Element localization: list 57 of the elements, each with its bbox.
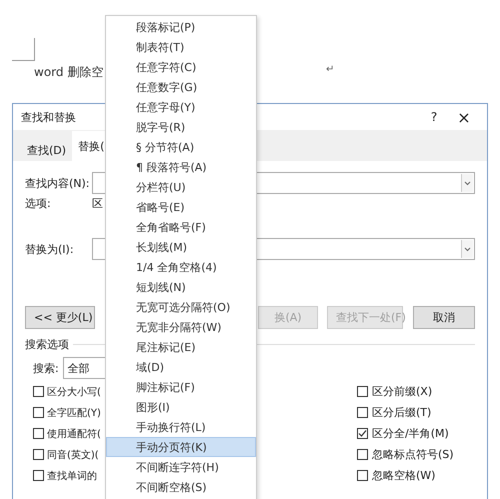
menu-item[interactable]: 不间断连字符(H) bbox=[106, 457, 256, 477]
checkbox-label: 同音(英文)( bbox=[47, 448, 99, 462]
field-label: 替换为(I): bbox=[25, 242, 75, 256]
checkbox-label: 忽略空格(W) bbox=[372, 468, 436, 483]
checkbox-label: 区分后缀(T) bbox=[372, 405, 432, 420]
section-title: 搜索选项 bbox=[25, 337, 69, 352]
menu-item[interactable]: 图形(I) bbox=[106, 397, 256, 417]
menu-item[interactable]: 手动分页符(K) bbox=[106, 437, 256, 457]
less-button[interactable]: << 更少(L) bbox=[25, 306, 95, 328]
checkbox-label: 区分全/半角(M) bbox=[372, 426, 449, 441]
field-label: 查找内容(N): bbox=[25, 176, 91, 190]
menu-item[interactable]: 无宽非分隔符(W) bbox=[106, 317, 256, 337]
menu-item[interactable]: 任意数字(G) bbox=[106, 77, 256, 97]
options-value: 区 bbox=[92, 196, 103, 210]
checkbox[interactable] bbox=[33, 407, 44, 418]
menu-item[interactable]: 段落标记(P) bbox=[106, 17, 256, 37]
menu-item[interactable]: 无宽可选分隔符(O) bbox=[106, 297, 256, 317]
checkbox-label: 查找单词的 bbox=[47, 470, 97, 482]
dropdown-icon[interactable] bbox=[461, 174, 473, 192]
checkbox[interactable] bbox=[33, 386, 44, 397]
paragraph-mark: ↵ bbox=[326, 64, 334, 75]
checkbox-label: 区分大小写( bbox=[47, 386, 101, 398]
help-button[interactable]: ? bbox=[419, 110, 449, 124]
field-label: 选项: bbox=[25, 196, 52, 210]
menu-item[interactable]: 任意字母(Y) bbox=[106, 97, 256, 117]
tab[interactable]: 查找(D) bbox=[21, 137, 72, 161]
menu-item[interactable]: 省略号(E) bbox=[106, 197, 256, 217]
checkbox[interactable] bbox=[33, 449, 44, 460]
menu-item[interactable]: 脚注标记(F) bbox=[106, 377, 256, 397]
checkbox-label: 区分前缀(X) bbox=[372, 384, 432, 399]
checkbox-label: 使用通配符( bbox=[47, 428, 101, 440]
search-label: 搜索: bbox=[33, 360, 59, 376]
checkbox[interactable] bbox=[33, 428, 44, 439]
menu-item[interactable]: 手动换行符(L) bbox=[106, 417, 256, 437]
menu-item[interactable]: 制表符(T) bbox=[106, 37, 256, 57]
checkbox-label: 忽略标点符号(S) bbox=[372, 447, 454, 462]
dropdown-icon[interactable] bbox=[461, 240, 473, 258]
menu-item[interactable]: 长划线(M) bbox=[106, 237, 256, 257]
document-text: word 删除空 bbox=[34, 64, 104, 81]
menu-item[interactable]: 短划线(N) bbox=[106, 277, 256, 297]
menu-item[interactable]: 尾注标记(E) bbox=[106, 337, 256, 357]
menu-item[interactable]: 不间断空格(S) bbox=[106, 477, 256, 497]
dialog-title: 查找和替换 bbox=[21, 110, 77, 124]
menu-item[interactable]: 分栏符(U) bbox=[106, 177, 256, 197]
cancel-button[interactable]: 取消 bbox=[413, 306, 475, 328]
checkbox[interactable] bbox=[357, 470, 368, 481]
checkbox[interactable] bbox=[357, 407, 368, 418]
margin-mark bbox=[12, 38, 35, 61]
checkbox[interactable] bbox=[33, 470, 44, 481]
menu-item[interactable]: 任意字符(C) bbox=[106, 57, 256, 77]
close-button[interactable]: × bbox=[449, 108, 479, 126]
checkbox-label: 全字匹配(Y) bbox=[47, 406, 101, 420]
checkbox[interactable] bbox=[357, 449, 368, 460]
menu-item[interactable]: 全角省略号(F) bbox=[106, 217, 256, 237]
menu-item[interactable]: 1/4 全角空格(4) bbox=[106, 257, 256, 277]
checkbox[interactable] bbox=[357, 428, 368, 439]
checkbox[interactable] bbox=[357, 386, 368, 397]
